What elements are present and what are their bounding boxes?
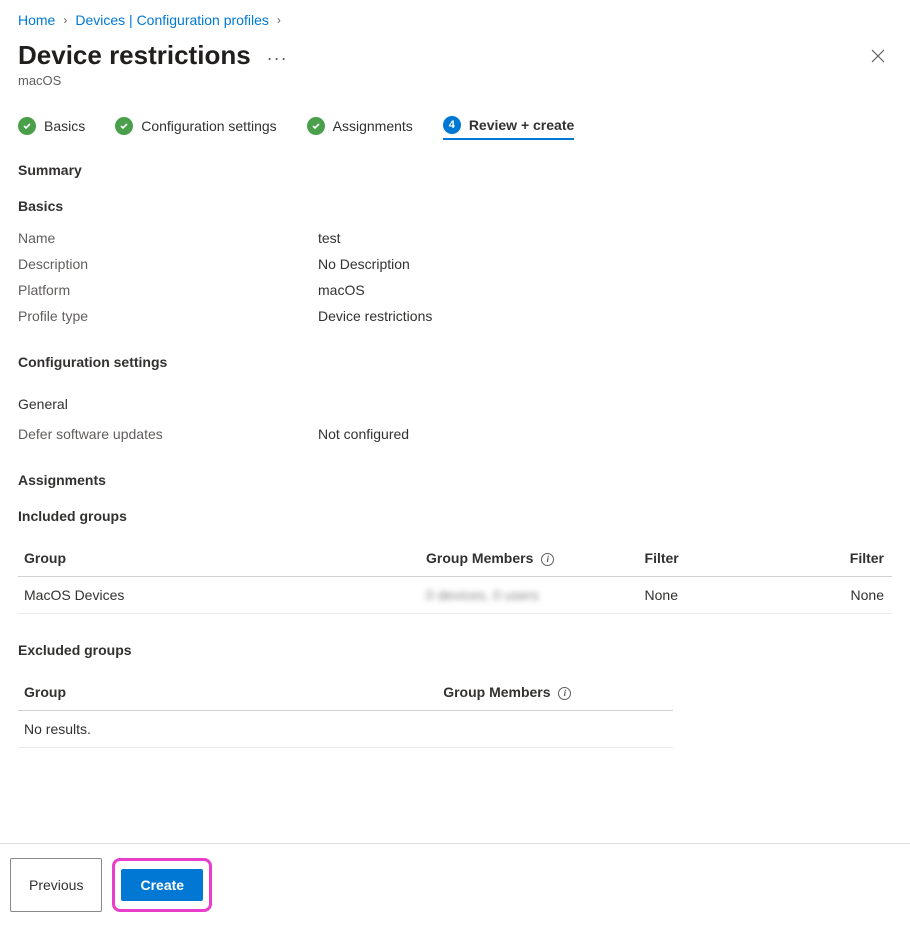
cell-group: MacOS Devices: [18, 577, 420, 614]
footer: Previous Create: [0, 843, 910, 926]
kv-val: Device restrictions: [318, 308, 432, 324]
col-filter: Filter: [765, 540, 892, 577]
more-actions-button[interactable]: ···: [267, 49, 288, 67]
close-icon: [871, 49, 885, 63]
step-label: Basics: [44, 118, 85, 134]
page-subtitle: macOS: [18, 73, 892, 88]
table-row: No results.: [18, 711, 673, 748]
col-group: Group: [18, 674, 437, 711]
step-label: Review + create: [469, 117, 574, 133]
kv-description: Description No Description: [18, 256, 892, 272]
create-highlight: Create: [112, 858, 212, 912]
create-button[interactable]: Create: [121, 869, 203, 901]
col-members: Group Members i: [437, 674, 673, 711]
col-group: Group: [18, 540, 420, 577]
included-groups-table: Group Group Members i Filter Filter MacO…: [18, 540, 892, 614]
cell-filter: None: [639, 577, 766, 614]
excluded-groups-heading: Excluded groups: [18, 642, 892, 658]
kv-val: test: [318, 230, 341, 246]
step-number-icon: 4: [443, 116, 461, 134]
assignments-heading: Assignments: [18, 472, 892, 488]
step-config-settings[interactable]: Configuration settings: [115, 117, 276, 139]
kv-platform: Platform macOS: [18, 282, 892, 298]
step-review-create[interactable]: 4 Review + create: [443, 116, 574, 140]
breadcrumb-devices[interactable]: Devices | Configuration profiles: [75, 12, 269, 28]
basics-heading: Basics: [18, 198, 892, 214]
close-button[interactable]: [864, 42, 892, 70]
cell-filter: None: [765, 577, 892, 614]
check-icon: [307, 117, 325, 135]
breadcrumb-home[interactable]: Home: [18, 12, 55, 28]
kv-val: No Description: [318, 256, 410, 272]
kv-key: Platform: [18, 282, 318, 298]
chevron-right-icon: ›: [277, 13, 281, 27]
chevron-right-icon: ›: [63, 13, 67, 27]
kv-key: Profile type: [18, 308, 318, 324]
check-icon: [18, 117, 36, 135]
summary-heading: Summary: [18, 162, 892, 178]
kv-name: Name test: [18, 230, 892, 246]
kv-key: Name: [18, 230, 318, 246]
kv-val: macOS: [318, 282, 365, 298]
kv-key: Description: [18, 256, 318, 272]
cell-no-results: No results.: [18, 711, 673, 748]
wizard-steps: Basics Configuration settings Assignment…: [18, 116, 892, 140]
kv-defer-updates: Defer software updates Not configured: [18, 426, 892, 442]
table-row: MacOS Devices 0 devices, 0 users None No…: [18, 577, 892, 614]
kv-profile-type: Profile type Device restrictions: [18, 308, 892, 324]
check-icon: [115, 117, 133, 135]
col-members: Group Members i: [420, 540, 639, 577]
breadcrumb: Home › Devices | Configuration profiles …: [18, 12, 892, 28]
step-basics[interactable]: Basics: [18, 117, 85, 139]
col-filter: Filter: [639, 540, 766, 577]
kv-val: Not configured: [318, 426, 409, 442]
info-icon[interactable]: i: [541, 553, 554, 566]
page-title: Device restrictions: [18, 40, 251, 71]
kv-key: Defer software updates: [18, 426, 318, 442]
excluded-groups-table: Group Group Members i No results.: [18, 674, 673, 748]
config-settings-heading: Configuration settings: [18, 354, 892, 370]
step-label: Assignments: [333, 118, 413, 134]
general-sub-heading: General: [18, 396, 892, 412]
step-assignments[interactable]: Assignments: [307, 117, 413, 139]
cell-members: 0 devices, 0 users: [420, 577, 639, 614]
included-groups-heading: Included groups: [18, 508, 892, 524]
step-label: Configuration settings: [141, 118, 276, 134]
previous-button[interactable]: Previous: [10, 858, 102, 912]
info-icon[interactable]: i: [558, 687, 571, 700]
